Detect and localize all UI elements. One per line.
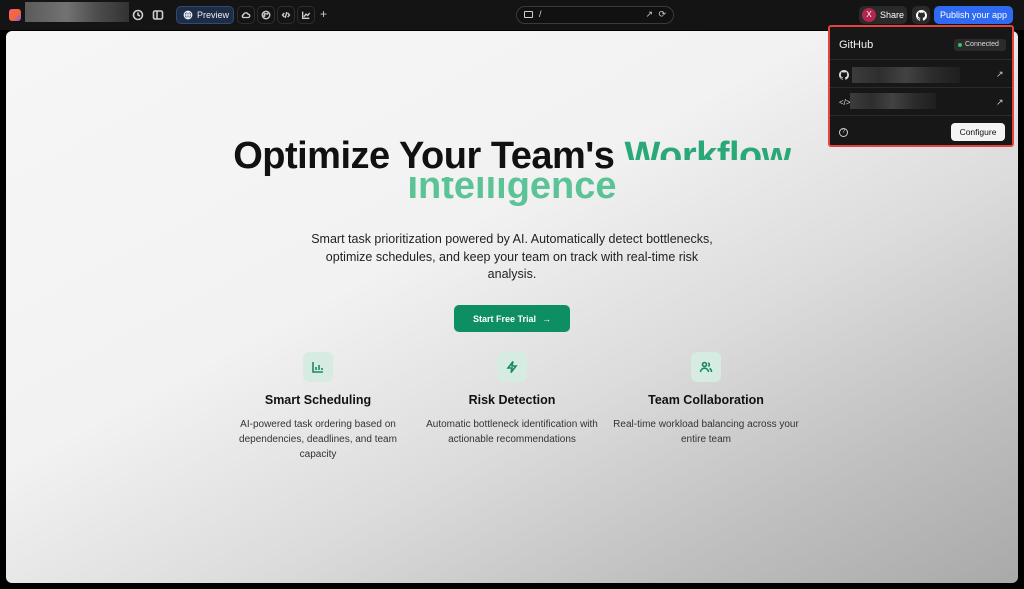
code-button[interactable]: [277, 6, 295, 24]
publish-button[interactable]: Publish your app: [934, 6, 1013, 24]
external-link-icon[interactable]: ↗: [996, 69, 1004, 80]
feature-card: Risk Detection Automatic bottleneck iden…: [417, 352, 607, 447]
project-name-redacted[interactable]: [25, 2, 129, 22]
feature-title: Risk Detection: [468, 393, 556, 407]
hero-title-main: Optimize Your Team's: [233, 135, 615, 177]
app-logo[interactable]: [9, 9, 21, 21]
add-button[interactable]: +: [320, 7, 327, 21]
divider: [830, 87, 1012, 88]
feature-desc: Real-time workload balancing across your…: [613, 419, 799, 445]
lightning-icon: [497, 352, 527, 382]
repo-name-redacted[interactable]: [852, 67, 960, 83]
status-badge: Connected: [954, 39, 1006, 51]
palette-icon: [261, 10, 271, 20]
github-icon: [839, 70, 849, 80]
help-icon[interactable]: ?: [839, 128, 848, 137]
arrow-right-icon: →: [542, 313, 552, 324]
status-label: Connected: [965, 41, 999, 48]
feature-card: Smart Scheduling AI-powered task orderin…: [223, 352, 413, 462]
analytics-button[interactable]: [297, 6, 315, 24]
repo-link-redacted[interactable]: [850, 93, 936, 109]
feature-desc: AI-powered task ordering based on depend…: [239, 419, 397, 460]
url-path[interactable]: /: [539, 9, 542, 19]
status-dot: [958, 43, 962, 47]
github-icon: [915, 9, 927, 21]
sidebar-toggle-icon[interactable]: [151, 8, 165, 22]
hero-subtitle: Smart task prioritization powered by AI.…: [311, 232, 713, 281]
theme-button[interactable]: [257, 6, 275, 24]
code-icon: </>: [839, 98, 851, 107]
hero-title-line2: Intelligence: [6, 177, 1018, 209]
configure-button[interactable]: Configure: [951, 123, 1005, 141]
github-popover: GitHub Connected ↗ </> ↗ ? Configure: [828, 25, 1014, 147]
popover-title: GitHub: [839, 39, 874, 51]
history-icon[interactable]: [131, 8, 145, 22]
users-icon: [691, 352, 721, 382]
preview-label: Preview: [197, 10, 230, 20]
globe-icon: [183, 10, 193, 20]
url-bar[interactable]: / ↗ ⟳: [516, 6, 674, 24]
divider: [830, 59, 1012, 60]
feature-desc: Automatic bottleneck identification with…: [426, 419, 598, 445]
reload-icon[interactable]: ⟳: [658, 9, 666, 20]
code-icon: [281, 11, 291, 19]
cloud-button[interactable]: [237, 6, 255, 24]
external-link-icon[interactable]: ↗: [645, 9, 653, 20]
divider: [830, 115, 1012, 116]
preview-button[interactable]: Preview: [176, 6, 234, 24]
device-icon[interactable]: [524, 11, 533, 18]
cta-label: Start Free Trial: [472, 313, 537, 324]
start-free-trial-button[interactable]: Start Free Trial →: [454, 305, 570, 332]
user-avatar[interactable]: X: [862, 8, 876, 22]
hero-title-line2-text: Intelligence: [407, 177, 617, 207]
cloud-icon: [241, 12, 251, 19]
github-button[interactable]: [912, 6, 930, 24]
bar-chart-icon: [303, 352, 333, 382]
hero-title-accent: Workflow: [624, 135, 791, 177]
feature-title: Smart Scheduling: [264, 393, 372, 407]
feature-title: Team Collaboration: [648, 393, 764, 407]
feature-card: Team Collaboration Real-time workload ba…: [611, 352, 801, 447]
chart-icon: [302, 11, 311, 19]
external-link-icon[interactable]: ↗: [996, 97, 1004, 108]
share-label[interactable]: Share: [880, 10, 904, 20]
